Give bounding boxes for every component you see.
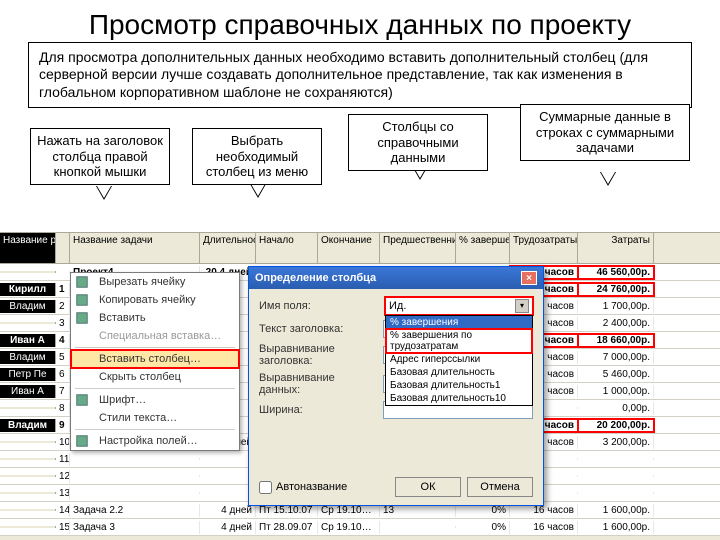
menu-item[interactable]: Шрифт… (71, 391, 239, 409)
paste-icon (75, 311, 91, 325)
col-duration[interactable]: Длительность (200, 233, 256, 263)
menu-item[interactable]: Вырезать ячейку (71, 273, 239, 291)
menu-item[interactable]: Вставить столбец… (71, 350, 239, 368)
width-label: Ширина: (259, 404, 377, 416)
gear-icon (75, 434, 91, 448)
autoname-check-input[interactable] (259, 481, 272, 494)
slide-title: Просмотр справочных данных по проекту (0, 0, 720, 42)
copy-icon (75, 293, 91, 307)
resource-panel-header[interactable]: Название ресурса (0, 233, 56, 263)
field-name-dropdown[interactable]: Ид.▾ % завершения% завершения по трудоза… (385, 297, 533, 315)
callout-summary-rows: Суммарные данные в строках с суммарными … (520, 104, 690, 161)
align-data-label: Выравнивание данных: (259, 372, 377, 396)
col-task-name[interactable]: Название задачи (70, 233, 200, 263)
field-name-label: Имя поля: (259, 300, 379, 312)
header-text-label: Текст заголовка: (259, 323, 377, 335)
dialog-titlebar[interactable]: Определение столбца × (249, 267, 543, 289)
callout-select-column: Выбрать необходимый столбец из меню (192, 128, 322, 185)
info-box: Для просмотра дополнительных данных необ… (28, 42, 692, 109)
callout-ref-columns: Столбцы со справочными данными (348, 114, 488, 171)
menu-item[interactable]: Настройка полей… (71, 432, 239, 450)
col-start[interactable]: Начало (256, 233, 318, 263)
dropdown-option[interactable]: Базовая длительность10 (386, 392, 532, 405)
dropdown-option[interactable]: Базовая длительность (386, 366, 532, 379)
dialog-title-text: Определение столбца (255, 272, 376, 284)
menu-item[interactable]: Скрыть столбец (71, 368, 239, 386)
dropdown-option[interactable]: Базовая длительность1 (386, 379, 532, 392)
dropdown-option[interactable]: % завершения по трудозатратам (386, 329, 532, 353)
font-icon (75, 393, 91, 407)
dropdown-option[interactable]: % завершения (386, 316, 532, 329)
close-icon[interactable]: × (521, 271, 537, 285)
menu-item[interactable]: Копировать ячейку (71, 291, 239, 309)
cut-icon (75, 275, 91, 289)
table-row[interactable]: 15Задача 34 днейПт 28.09.07Ср 19.10…0%16… (0, 519, 720, 536)
align-title-label: Выравнивание заголовка: (259, 343, 377, 367)
column-definition-dialog: Определение столбца × Имя поля: Ид.▾ % з… (248, 266, 544, 506)
field-name-list[interactable]: % завершения% завершения по трудозатрата… (385, 315, 533, 406)
grid-header-row: Название ресурса Название задачи Длитель… (0, 232, 720, 264)
col-pct-complete[interactable]: % завершения по трудозатратам (456, 233, 510, 263)
menu-item: Специальная вставка… (71, 327, 239, 345)
cancel-button[interactable]: Отмена (467, 477, 533, 497)
ok-button[interactable]: ОК (395, 477, 461, 497)
col-info[interactable] (56, 233, 70, 263)
autoname-checkbox[interactable]: Автоназвание (259, 477, 347, 497)
col-work[interactable]: Трудозатраты (510, 233, 578, 263)
menu-item[interactable]: Стили текста… (71, 409, 239, 427)
dropdown-option[interactable]: Адрес гиперссылки (386, 353, 532, 366)
col-predecessors[interactable]: Предшественники (380, 233, 456, 263)
callout-right-click: Нажать на заголовок столбца правой кнопк… (30, 128, 170, 185)
column-context-menu: Вырезать ячейкуКопировать ячейкуВставить… (70, 272, 240, 451)
menu-item[interactable]: Вставить (71, 309, 239, 327)
col-cost[interactable]: Затраты (578, 233, 654, 263)
col-end[interactable]: Окончание (318, 233, 380, 263)
chevron-down-icon[interactable]: ▾ (515, 299, 529, 313)
